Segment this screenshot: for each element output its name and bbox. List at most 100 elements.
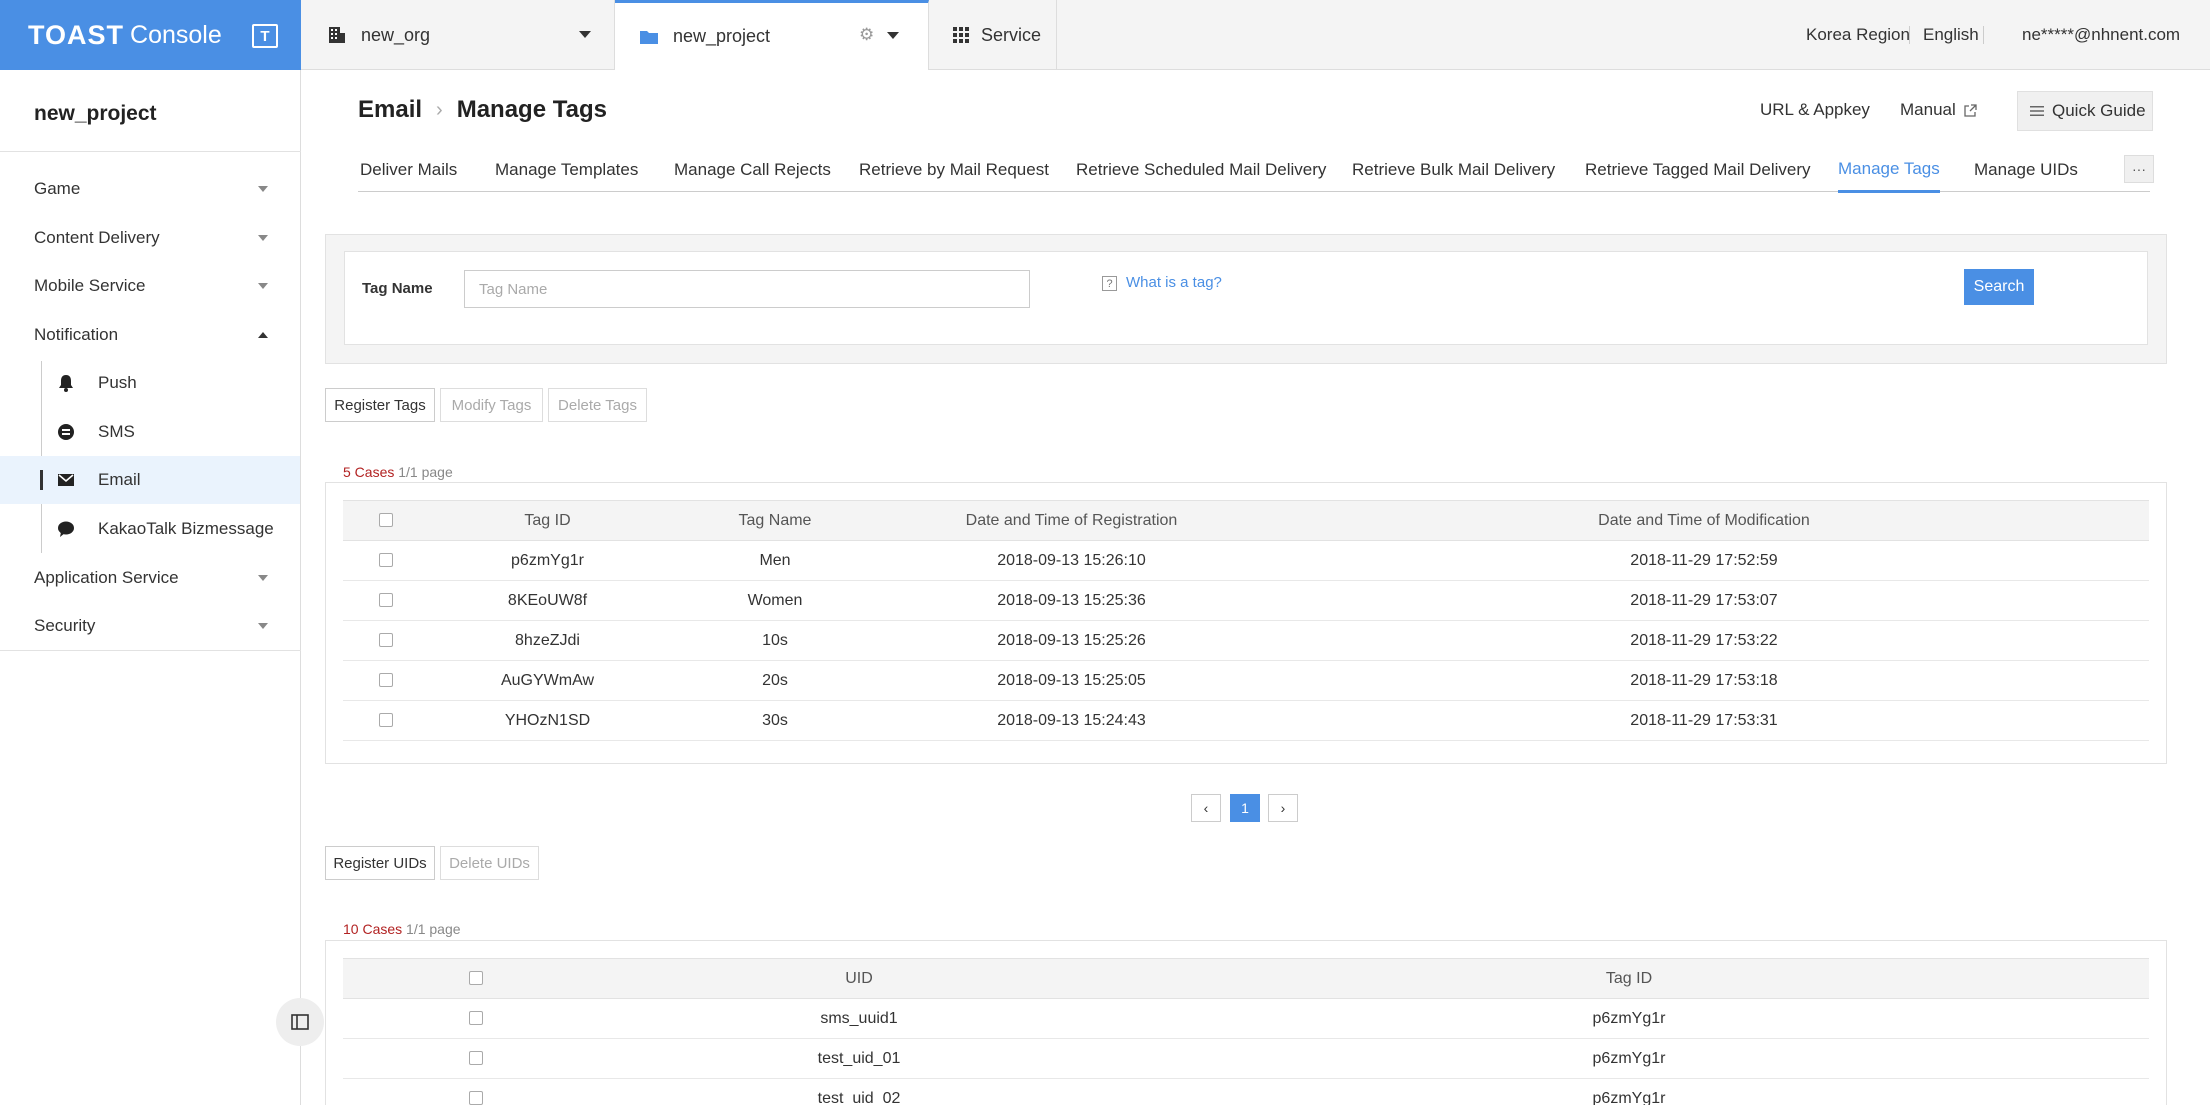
modification-date-cell: 2018-11-29 17:53:22 <box>1259 620 2149 661</box>
gear-icon[interactable]: ⚙ <box>859 25 874 45</box>
table-row[interactable]: sms_uuid1 p6zmYg1r <box>343 998 2149 1039</box>
table-row[interactable]: test_uid_01 p6zmYg1r <box>343 1038 2149 1079</box>
chevron-up-icon <box>258 332 268 338</box>
sidebar-item-application-service[interactable]: Application Service <box>0 554 300 602</box>
table-row[interactable]: 8hzeZJdi 10s 2018-09-13 15:25:26 2018-11… <box>343 620 2149 661</box>
sidebar-item-label: Mobile Service <box>34 276 146 295</box>
language-selector[interactable]: English <box>1923 0 1979 70</box>
row-select-cell <box>343 1078 609 1105</box>
next-page-button[interactable]: › <box>1268 794 1298 822</box>
uid-cell: test_uid_02 <box>609 1078 1109 1105</box>
row-checkbox[interactable] <box>379 593 393 608</box>
divider <box>1983 26 1984 44</box>
select-all-checkbox[interactable] <box>469 971 483 986</box>
row-checkbox[interactable] <box>379 713 393 728</box>
table-row[interactable]: YHOzN1SD 30s 2018-09-13 15:24:43 2018-11… <box>343 700 2149 741</box>
sidebar-item-label: Security <box>34 616 96 635</box>
search-button[interactable]: Search <box>1964 269 2034 305</box>
tab-manage-templates[interactable]: Manage Templates <box>495 148 638 192</box>
tag-id-cell: p6zmYg1r <box>1109 1038 2149 1079</box>
sidebar: new_project Game Content Delivery Mobile… <box>0 70 301 1105</box>
breadcrumb-service[interactable]: Email <box>358 96 422 124</box>
register-uids-button[interactable]: Register UIDs <box>325 846 435 880</box>
sidebar-item-security[interactable]: Security <box>0 602 300 650</box>
divider <box>0 151 301 152</box>
row-checkbox[interactable] <box>379 633 393 648</box>
tab-retrieve-scheduled-mail-delivery[interactable]: Retrieve Scheduled Mail Delivery <box>1076 148 1326 192</box>
sidebar-item-label: KakaoTalk Bizmessage <box>98 519 274 538</box>
url-appkey-link[interactable]: URL & Appkey <box>1760 100 1870 120</box>
table-row[interactable]: p6zmYg1r Men 2018-09-13 15:26:10 2018-11… <box>343 540 2149 581</box>
row-checkbox[interactable] <box>469 1011 483 1026</box>
page-1-button[interactable]: 1 <box>1230 794 1260 822</box>
tab-manage-tags[interactable]: Manage Tags <box>1838 148 1940 193</box>
table-row[interactable]: 8KEoUW8f Women 2018-09-13 15:25:36 2018-… <box>343 580 2149 621</box>
logo-product: Console <box>130 20 222 49</box>
console-logo[interactable]: TOAST Console T <box>0 0 301 70</box>
tag-id-cell: AuGYWmAw <box>429 660 666 701</box>
bell-icon <box>59 375 73 392</box>
help-icon: ? <box>1102 276 1117 291</box>
tab-manage-call-rejects[interactable]: Manage Call Rejects <box>674 148 831 192</box>
modify-tags-button[interactable]: Modify Tags <box>440 388 543 422</box>
tab-retrieve-by-mail-request[interactable]: Retrieve by Mail Request <box>859 148 1049 192</box>
top-bar: TOAST Console T new_org new_project ⚙ Se… <box>0 0 2210 70</box>
tab-retrieve-bulk-mail-delivery[interactable]: Retrieve Bulk Mail Delivery <box>1352 148 1555 192</box>
delete-uids-button[interactable]: Delete UIDs <box>440 846 539 880</box>
row-select-cell <box>343 620 429 661</box>
select-all-cell <box>343 958 609 999</box>
tab-manage-uids[interactable]: Manage UIDs <box>1974 148 2078 192</box>
table-row[interactable]: test_uid_02 p6zmYg1r <box>343 1078 2149 1105</box>
select-all-checkbox[interactable] <box>379 513 393 528</box>
row-checkbox[interactable] <box>379 673 393 688</box>
registration-date-cell: 2018-09-13 15:26:10 <box>884 540 1259 581</box>
row-checkbox[interactable] <box>469 1091 483 1105</box>
table-row[interactable]: AuGYWmAw 20s 2018-09-13 15:25:05 2018-11… <box>343 660 2149 701</box>
sidebar-item-label: Push <box>98 373 137 392</box>
user-account-menu[interactable]: ne*****@nhnent.com <box>2022 0 2180 70</box>
sidebar-item-push[interactable]: Push <box>0 359 300 407</box>
divider <box>0 650 301 651</box>
sidebar-item-mobile-service[interactable]: Mobile Service <box>0 262 300 310</box>
uid-cell: sms_uuid1 <box>609 998 1109 1039</box>
prev-page-button[interactable]: ‹ <box>1191 794 1221 822</box>
tab-deliver-mails[interactable]: Deliver Mails <box>360 148 457 192</box>
register-tags-button[interactable]: Register Tags <box>325 388 435 422</box>
row-checkbox[interactable] <box>469 1051 483 1066</box>
grid-icon <box>953 27 969 43</box>
region-selector[interactable]: Korea Region <box>1806 0 1910 70</box>
sidebar-item-kakaotalk-bizmessage[interactable]: KakaoTalk Bizmessage <box>0 505 300 553</box>
language-label: English <box>1923 25 1979 44</box>
delete-tags-button[interactable]: Delete Tags <box>548 388 647 422</box>
row-select-cell <box>343 540 429 581</box>
sidebar-item-content-delivery[interactable]: Content Delivery <box>0 214 300 262</box>
sms-icon <box>58 424 74 440</box>
manual-link[interactable]: Manual <box>1900 100 1977 120</box>
breadcrumb: Email › Manage Tags <box>358 96 607 124</box>
tag-id-cell: p6zmYg1r <box>1109 1078 2149 1105</box>
modification-date-cell: 2018-11-29 17:53:18 <box>1259 660 2149 701</box>
service-menu[interactable]: Service <box>929 0 1057 70</box>
column-header: Tag Name <box>666 500 884 541</box>
project-selector[interactable]: new_project ⚙ <box>615 0 929 70</box>
breadcrumb-separator-icon: › <box>436 98 443 121</box>
sidebar-item-notification[interactable]: Notification <box>0 311 300 359</box>
more-tabs-button[interactable]: ··· <box>2124 155 2154 183</box>
sidebar-collapse-button[interactable] <box>276 998 324 1046</box>
org-selector[interactable]: new_org <box>301 0 615 70</box>
tags-table: Tag ID Tag Name Date and Time of Registr… <box>343 500 2149 741</box>
sidebar-item-email[interactable]: Email <box>0 456 300 504</box>
row-checkbox[interactable] <box>379 553 393 568</box>
sidebar-item-sms[interactable]: SMS <box>0 408 300 456</box>
tag-name-input[interactable] <box>464 270 1030 308</box>
column-header: UID <box>609 958 1109 999</box>
sidebar-item-game[interactable]: Game <box>0 165 300 213</box>
tab-retrieve-tagged-mail-delivery[interactable]: Retrieve Tagged Mail Delivery <box>1585 148 1811 192</box>
region-label: Korea Region <box>1806 25 1910 44</box>
tab-bar: Deliver Mails Manage Templates Manage Ca… <box>358 148 2154 193</box>
org-name: new_org <box>361 24 431 45</box>
table-header-row: Tag ID Tag Name Date and Time of Registr… <box>343 500 2149 541</box>
column-header: Date and Time of Modification <box>1259 500 2149 541</box>
what-is-a-tag-link[interactable]: What is a tag? <box>1126 274 1222 291</box>
quick-guide-button[interactable]: Quick Guide <box>2017 91 2153 131</box>
